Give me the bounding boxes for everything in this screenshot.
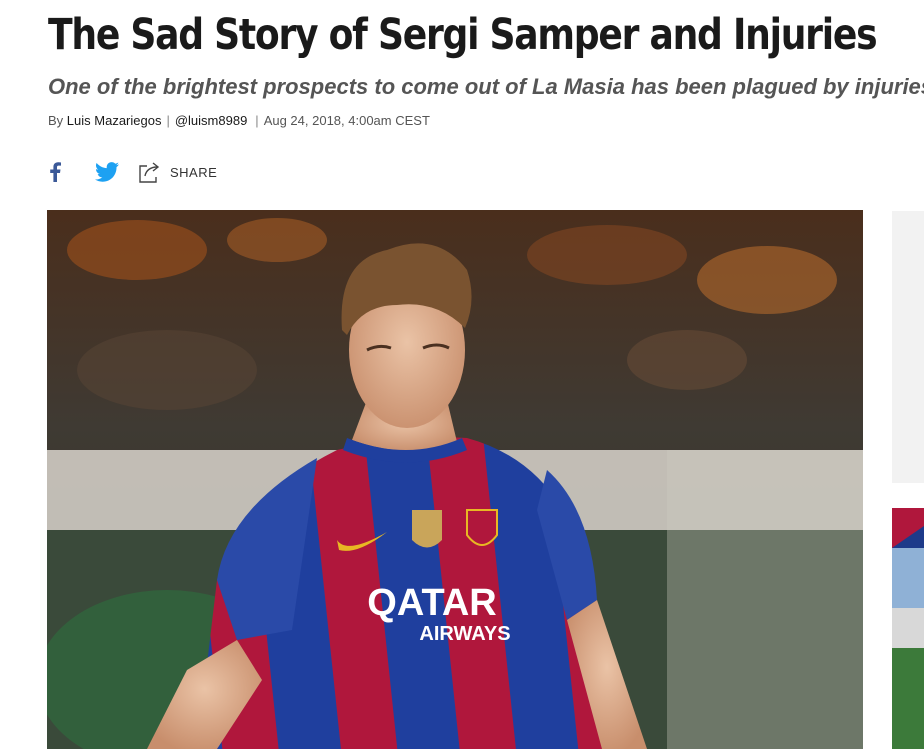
author-twitter-link[interactable]: @luism8989	[175, 113, 247, 128]
author-link[interactable]: Luis Mazariegos	[67, 113, 162, 128]
byline: By Luis Mazariegos | @luism8989 | Aug 24, 20…	[48, 112, 430, 130]
hero-image: QATAR AIRWAYS	[47, 210, 863, 749]
sidebar-ad-placeholder	[892, 211, 924, 483]
jersey-sponsor-text: QATAR	[367, 582, 496, 624]
twitter-icon[interactable]	[94, 160, 120, 184]
hero-photo-illustration: QATAR AIRWAYS	[47, 210, 863, 749]
byline-divider: |	[255, 113, 259, 128]
facebook-icon[interactable]	[46, 160, 64, 184]
share-bar: SHARE	[46, 160, 217, 184]
publish-date: Aug 24, 2018, 4:00am CEST	[263, 113, 430, 128]
share-label[interactable]: SHARE	[170, 165, 217, 180]
jersey-sponsor-subtext: AIRWAYS	[419, 623, 510, 645]
sidebar-thumbnail-image	[892, 508, 924, 749]
byline-prefix: By	[48, 113, 64, 128]
sidebar-thumbnail[interactable]	[892, 508, 924, 749]
share-icon[interactable]	[138, 160, 162, 184]
article-dek: One of the brightest prospects to come o…	[48, 74, 924, 99]
byline-divider: |	[166, 113, 170, 128]
article-headline: The Sad Story of Sergi Samper and Injuri…	[48, 10, 878, 60]
